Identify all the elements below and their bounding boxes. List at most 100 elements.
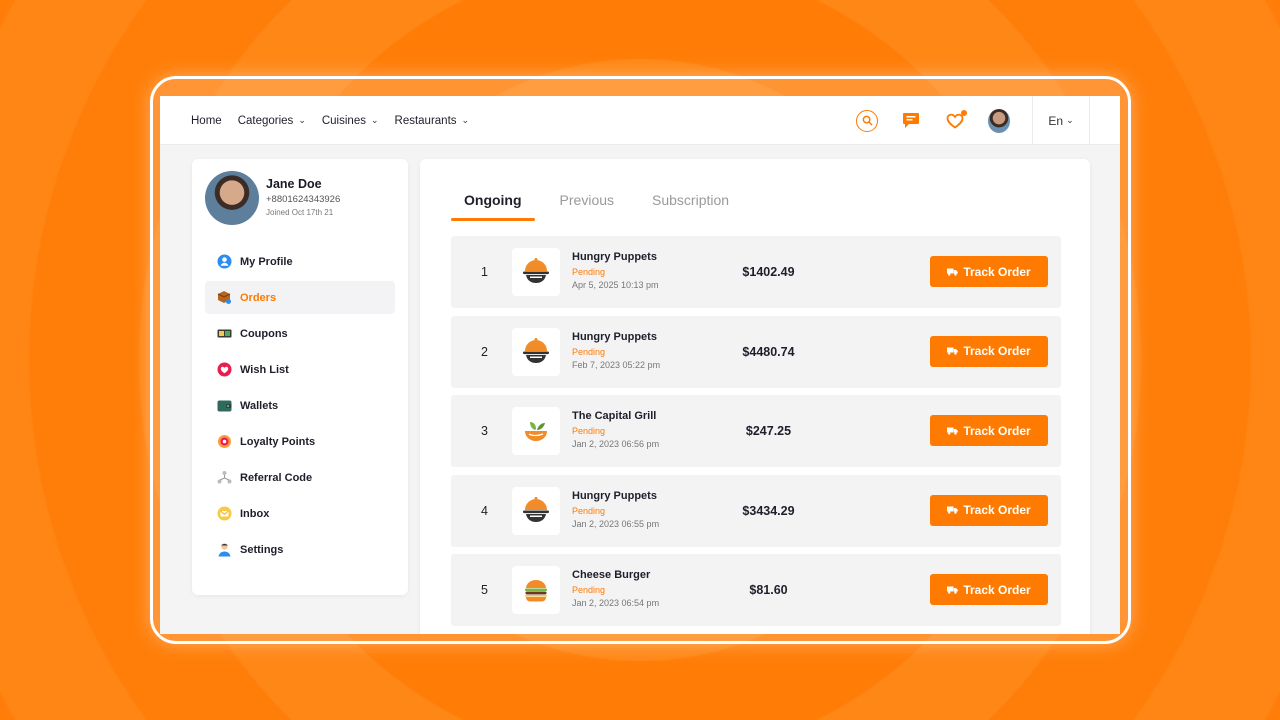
sidebar-item-label: My Profile: [240, 255, 293, 268]
order-date: Apr 5, 2025 10:13 pm: [572, 280, 659, 290]
track-order-button[interactable]: Track Order: [930, 335, 1048, 367]
restaurant-logo: [512, 248, 560, 296]
bowl-logo-icon: [523, 496, 549, 522]
wishlist-button[interactable]: [944, 109, 967, 132]
order-price: $3434.29: [742, 503, 795, 518]
sidebar-item-referral-code[interactable]: Referral Code: [205, 461, 395, 494]
truck-icon: [947, 347, 959, 355]
order-number: 5: [481, 583, 488, 597]
order-date: Jan 2, 2023 06:55 pm: [572, 518, 660, 529]
order-row: 3 The Capital Grill Pending Jan 2, 2023 …: [451, 395, 1061, 467]
order-status: Pending: [572, 267, 606, 277]
main-nav: Home Categories ⌄ Cuisines ⌄ Restaurants ⌄: [191, 96, 469, 145]
sidebar-item-label: Settings: [240, 543, 284, 556]
user-avatar: [988, 108, 1010, 133]
profile-joined: Joined Oct 17th 21: [266, 208, 334, 217]
track-order-button[interactable]: Track Order: [930, 415, 1048, 446]
order-row: 1 Hungry Puppets Pending Apr 5, 2025 10:…: [451, 236, 1061, 308]
restaurant-name: The Capital Grill: [572, 410, 657, 422]
order-row: 5 Cheese Burger Pending Jan 2, 2023 06:5…: [451, 554, 1061, 626]
profile-name: Jane Doe: [266, 177, 322, 191]
order-info: Hungry Puppets Pending Feb 7, 2023 05:22…: [572, 331, 660, 370]
order-price: $4480.74: [742, 344, 795, 359]
sidebar-item-coupons[interactable]: Coupons: [205, 317, 395, 350]
nav-restaurants[interactable]: Restaurants ⌄: [395, 115, 470, 127]
chat-button[interactable]: [900, 110, 922, 132]
restaurant-logo: [512, 486, 560, 535]
bowl-logo-icon: [523, 337, 549, 363]
track-order-label: Track Order: [963, 582, 1031, 597]
restaurant-name: Hungry Puppets: [572, 251, 657, 263]
sidebar-item-inbox[interactable]: Inbox: [205, 497, 395, 530]
order-number: 4: [481, 503, 488, 518]
track-order-label: Track Order: [963, 344, 1031, 358]
bowl-logo-icon: [523, 258, 549, 283]
sidebar-item-label: Wallets: [240, 399, 279, 412]
header-actions: En ⌄: [856, 96, 1120, 145]
user-avatar-button[interactable]: [988, 108, 1010, 133]
order-status: Pending: [572, 505, 606, 516]
sidebar-item-label: Orders: [240, 291, 277, 304]
orders-list: 1 Hungry Puppets Pending Apr 5, 2025 10:…: [451, 236, 1061, 634]
tab-subscription[interactable]: Subscription: [639, 187, 742, 221]
search-icon: [856, 109, 878, 132]
nav-cuisines-label: Cuisines: [321, 114, 366, 127]
chat-icon: [903, 113, 919, 128]
language-label: En: [1048, 113, 1064, 128]
sidebar-item-loyalty-points[interactable]: Loyalty Points: [205, 425, 395, 458]
track-order-label: Track Order: [963, 503, 1031, 517]
track-order-button[interactable]: Track Order: [930, 574, 1048, 605]
account-sidebar: Jane Doe +8801624343926 Joined Oct 17th …: [192, 159, 408, 595]
profile-card: Jane Doe +8801624343926 Joined Oct 17th …: [205, 171, 340, 225]
sidebar-item-my-profile[interactable]: My Profile: [205, 245, 395, 278]
chevron-down-icon: ⌄: [1066, 115, 1074, 125]
language-selector[interactable]: En ⌄: [1032, 96, 1090, 145]
nav-cuisines[interactable]: Cuisines ⌄: [322, 115, 379, 127]
notification-dot: [961, 109, 967, 116]
order-price: $247.25: [745, 424, 792, 438]
nav-categories-label: Categories: [237, 114, 294, 127]
sidebar-item-label: Loyalty Points: [240, 435, 316, 448]
restaurant-name: Hungry Puppets: [572, 489, 657, 502]
order-info: The Capital Grill Pending Jan 2, 2023 06…: [572, 410, 659, 449]
sidebar-item-orders[interactable]: Orders: [205, 281, 395, 314]
nav-home-label: Home: [191, 114, 222, 127]
burger-logo-icon: [525, 580, 547, 602]
profile-avatar: [205, 171, 259, 225]
sidebar-item-wallets[interactable]: Wallets: [205, 389, 395, 422]
truck-icon: [947, 268, 959, 276]
order-date: Jan 2, 2023 06:56 pm: [572, 439, 660, 449]
order-row: 2 Hungry Puppets Pending Feb 7, 2023 05:…: [451, 315, 1061, 388]
profile-icon: [217, 254, 232, 269]
sidebar-item-label: Referral Code: [240, 471, 313, 484]
order-date: Jan 2, 2023 06:54 pm: [572, 598, 660, 608]
order-status: Pending: [572, 585, 606, 595]
track-order-button[interactable]: Track Order: [930, 494, 1048, 526]
restaurant-logo: [512, 566, 560, 614]
truck-icon: [947, 586, 959, 594]
nav-home[interactable]: Home: [191, 115, 222, 127]
chevron-down-icon: ⌄: [298, 115, 306, 125]
restaurant-name: Hungry Puppets: [572, 330, 657, 343]
orders-panel: Ongoing Previous Subscription 1 Hungry P…: [420, 159, 1090, 634]
order-status: Pending: [572, 346, 606, 357]
tab-ongoing[interactable]: Ongoing: [451, 187, 535, 221]
order-row: 4 Hungry Puppets Pending Jan 2, 2023 06:…: [451, 474, 1061, 547]
profile-phone: +8801624343926: [266, 194, 341, 205]
truck-icon: [947, 427, 959, 435]
sidebar-item-label: Wish List: [240, 363, 289, 376]
sidebar-menu: My Profile Orders Coupons Wish List Wall…: [205, 245, 395, 569]
search-button[interactable]: [856, 109, 878, 132]
sidebar-item-settings[interactable]: Settings: [205, 533, 395, 566]
sidebar-item-wish-list[interactable]: Wish List: [205, 353, 395, 386]
order-info: Hungry Puppets Pending Jan 2, 2023 06:55…: [572, 490, 659, 529]
heart-icon: [217, 362, 232, 377]
nav-categories[interactable]: Categories ⌄: [238, 115, 306, 127]
order-number: 3: [481, 424, 488, 438]
sidebar-item-label: Coupons: [240, 327, 288, 340]
tab-previous[interactable]: Previous: [547, 187, 627, 221]
order-price: $81.60: [749, 583, 788, 597]
order-number: 2: [481, 344, 488, 359]
loyalty-icon: [217, 434, 232, 449]
track-order-button[interactable]: Track Order: [930, 256, 1048, 287]
